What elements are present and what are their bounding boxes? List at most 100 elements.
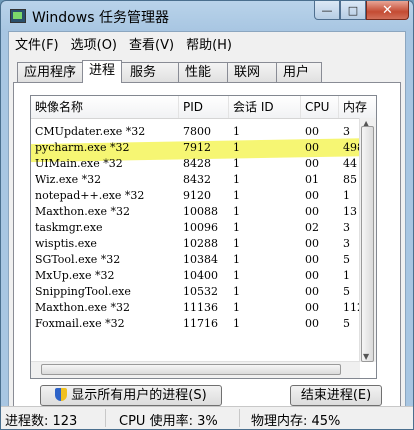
- tab-applications[interactable]: 应用程序: [17, 62, 84, 82]
- vertical-scrollbar[interactable]: ▲ ▼: [359, 118, 376, 362]
- process-pid: 10400: [183, 269, 218, 282]
- process-pid: 7800: [183, 125, 211, 138]
- table-row[interactable]: UIMain.exe *32 8428 1 00 44: [31, 156, 360, 172]
- menu-view[interactable]: 查看(V): [123, 32, 180, 53]
- processes-panel: 映像名称 PID 会话 ID CPU 内存 CMUpdater.exe *32 7…: [13, 82, 401, 412]
- show-all-processes-button[interactable]: 显示所有用户的进程(S): [40, 385, 222, 406]
- physical-memory: 物理内存: 45%: [251, 414, 341, 429]
- menu-file[interactable]: 文件(F): [9, 32, 65, 53]
- client-area: 文件(F) 选项(O) 查看(V) 帮助(H) 应用程序 进程 服务 性能 联网…: [8, 31, 406, 429]
- tab-processes[interactable]: 进程: [82, 60, 123, 83]
- process-pid: 11136: [183, 301, 218, 314]
- title-bar[interactable]: Windows 任务管理器 — □ ✕: [1, 1, 413, 31]
- process-cpu: 00: [305, 125, 319, 138]
- process-session: 1: [233, 205, 240, 218]
- task-manager-icon: [10, 9, 26, 23]
- process-pid: 8432: [183, 173, 211, 186]
- maximize-button[interactable]: □: [340, 1, 366, 20]
- menu-help[interactable]: 帮助(H): [180, 32, 238, 53]
- process-session: 1: [233, 125, 240, 138]
- process-memory: 1: [343, 269, 350, 282]
- process-session: 1: [233, 157, 240, 170]
- process-memory: 5: [343, 317, 350, 330]
- table-row[interactable]: pycharm.exe *32 7912 1 00 498: [31, 137, 376, 163]
- process-memory: 13: [343, 205, 357, 218]
- task-manager-window: Windows 任务管理器 — □ ✕ 文件(F) 选项(O) 查看(V) 帮助…: [0, 0, 414, 430]
- process-session: 1: [233, 173, 240, 186]
- process-name: Maxthon.exe *32: [35, 205, 130, 218]
- tab-networking[interactable]: 联网: [227, 62, 278, 82]
- process-cpu: 00: [305, 301, 319, 314]
- process-memory: 5: [343, 253, 350, 266]
- process-session: 1: [233, 141, 240, 154]
- process-pid: 8428: [183, 157, 211, 170]
- table-row[interactable]: taskmgr.exe 10096 1 02 3: [31, 220, 360, 236]
- column-header-row: 映像名称 PID 会话 ID CPU 内存: [31, 96, 376, 119]
- process-session: 1: [233, 301, 240, 314]
- process-session: 1: [233, 285, 240, 298]
- table-row[interactable]: wisptis.exe 10288 1 00 3: [31, 236, 360, 252]
- menu-options[interactable]: 选项(O): [65, 32, 123, 53]
- caption-buttons: — □ ✕: [314, 1, 409, 21]
- tab-performance[interactable]: 性能: [178, 62, 229, 82]
- process-session: 1: [233, 237, 240, 250]
- process-pid: 10384: [183, 253, 218, 266]
- tab-services[interactable]: 服务: [121, 62, 180, 82]
- table-row[interactable]: MxUp.exe *32 10400 1 00 1: [31, 268, 360, 284]
- status-separator: [105, 409, 106, 427]
- column-cpu[interactable]: CPU: [301, 96, 339, 118]
- table-row[interactable]: SnippingTool.exe 10532 1 00 5: [31, 284, 360, 300]
- menu-bar: 文件(F) 选项(O) 查看(V) 帮助(H): [9, 32, 405, 53]
- process-name: Wiz.exe *32: [35, 173, 102, 186]
- process-name: SnippingTool.exe: [35, 285, 131, 298]
- process-count: 进程数: 123: [5, 414, 78, 429]
- table-row[interactable]: SGTool.exe *32 10384 1 00 5: [31, 252, 360, 268]
- process-memory: 3: [343, 221, 350, 234]
- process-session: 1: [233, 253, 240, 266]
- table-row[interactable]: Maxthon.exe *32 11136 1 00 112: [31, 300, 364, 316]
- tab-users[interactable]: 用户: [276, 62, 323, 82]
- process-cpu: 01: [305, 173, 319, 186]
- process-pid: 10096: [183, 221, 218, 234]
- process-cpu: 00: [305, 253, 319, 266]
- process-cpu: 00: [305, 157, 319, 170]
- process-session: 1: [233, 269, 240, 282]
- close-button[interactable]: ✕: [366, 1, 409, 20]
- table-row[interactable]: Wiz.exe *32 8432 1 01 85: [31, 172, 360, 188]
- process-name: taskmgr.exe: [35, 221, 103, 234]
- minimize-button[interactable]: —: [314, 1, 340, 20]
- process-name: Maxthon.exe *32: [35, 301, 130, 314]
- process-memory: 3: [343, 237, 350, 250]
- process-name: CMUpdater.exe *32: [35, 125, 146, 138]
- process-cpu: 00: [305, 317, 319, 330]
- table-row[interactable]: Maxthon.exe *32 10088 1 00 13: [31, 204, 360, 220]
- process-cpu: 00: [305, 285, 319, 298]
- table-row[interactable]: Foxmail.exe *32 11716 1 00 5: [31, 316, 360, 332]
- process-name: wisptis.exe: [35, 237, 97, 250]
- end-process-button[interactable]: 结束进程(E): [290, 385, 382, 406]
- process-name: UIMain.exe *32: [35, 157, 123, 170]
- process-memory: 85: [343, 173, 357, 186]
- uac-shield-icon: [55, 388, 68, 401]
- column-pid[interactable]: PID: [179, 96, 229, 118]
- status-bar: 进程数: 123 CPU 使用率: 3% 物理内存: 45%: [1, 406, 413, 429]
- process-cpu: 00: [305, 269, 319, 282]
- process-pid: 10288: [183, 237, 218, 250]
- process-session: 1: [233, 317, 240, 330]
- process-name: SGTool.exe *32: [35, 253, 121, 266]
- horizontal-scrollbar[interactable]: [31, 361, 360, 378]
- window-title: Windows 任务管理器: [32, 10, 169, 26]
- process-session: 1: [233, 189, 240, 202]
- table-row[interactable]: notepad++.exe *32 9120 1 00 1: [31, 188, 360, 204]
- process-list[interactable]: 映像名称 PID 会话 ID CPU 内存 CMUpdater.exe *32 7…: [30, 95, 377, 379]
- scroll-down-icon[interactable]: ▼: [363, 352, 369, 361]
- tab-strip: 应用程序 进程 服务 性能 联网 用户: [17, 60, 323, 83]
- vertical-scroll-thumb[interactable]: [361, 126, 374, 362]
- horizontal-scroll-thumb[interactable]: [41, 364, 341, 375]
- column-image-name[interactable]: 映像名称: [31, 96, 179, 118]
- column-memory[interactable]: 内存: [339, 96, 376, 118]
- process-memory: 1: [343, 189, 350, 202]
- column-session-id[interactable]: 会话 ID: [229, 96, 301, 118]
- table-row[interactable]: CMUpdater.exe *32 7800 1 00 3: [31, 124, 360, 140]
- status-separator: [239, 409, 240, 427]
